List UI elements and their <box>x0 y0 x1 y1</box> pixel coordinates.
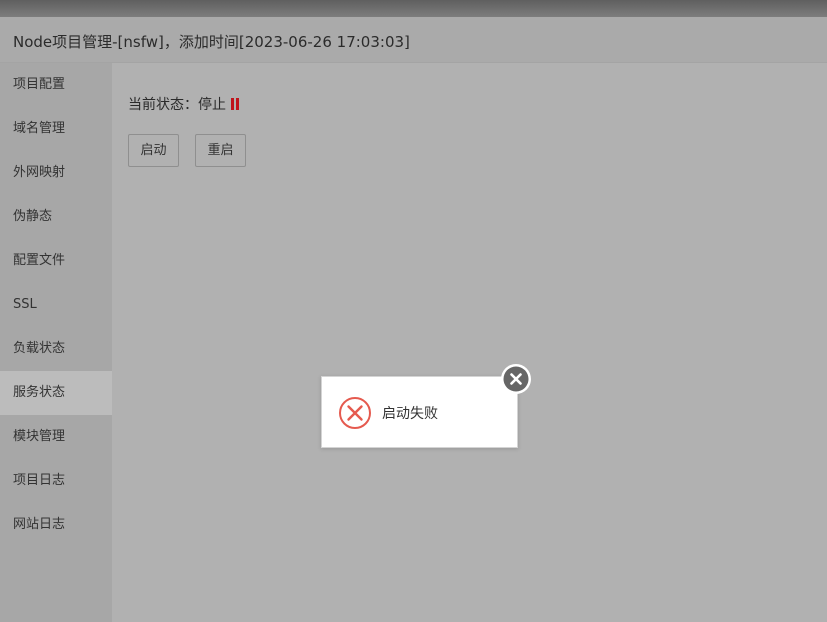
dialog-title: Node项目管理-[nsfw]，添加时间[2023-06-26 17:03:03… <box>13 33 410 51</box>
sidebar-item-pseudo-static[interactable]: 伪静态 <box>0 195 112 239</box>
overlay-top-strip <box>0 0 827 17</box>
sidebar-item-config-file[interactable]: 配置文件 <box>0 239 112 283</box>
error-circle-x-icon <box>339 397 371 429</box>
error-toast: 启动失败 <box>321 364 531 448</box>
sidebar-item-service-status[interactable]: 服务状态 <box>0 371 112 415</box>
project-dialog: Node项目管理-[nsfw]，添加时间[2023-06-26 17:03:03… <box>0 17 827 622</box>
sidebar-item-module-management[interactable]: 模块管理 <box>0 415 112 459</box>
sidebar-item-ssl[interactable]: SSL <box>0 283 112 327</box>
service-status-line: 当前状态： 停止 <box>128 94 240 114</box>
close-icon[interactable] <box>500 363 532 395</box>
sidebar: 项目配置 域名管理 外网映射 伪静态 配置文件 SSL 负载状态 服务状态 模块… <box>0 63 112 622</box>
restart-button[interactable]: 重启 <box>195 134 246 167</box>
sidebar-item-load-status[interactable]: 负载状态 <box>0 327 112 371</box>
sidebar-item-project-config[interactable]: 项目配置 <box>0 63 112 107</box>
pause-icon <box>231 98 240 110</box>
service-status-panel: 当前状态： 停止 启动 重启 <box>112 63 827 622</box>
start-button[interactable]: 启动 <box>128 134 179 167</box>
sidebar-item-external-mapping[interactable]: 外网映射 <box>0 151 112 195</box>
status-value: 停止 <box>198 97 226 113</box>
sidebar-item-site-log[interactable]: 网站日志 <box>0 503 112 547</box>
status-label: 当前状态： <box>128 97 198 113</box>
sidebar-item-project-log[interactable]: 项目日志 <box>0 459 112 503</box>
sidebar-item-domain-management[interactable]: 域名管理 <box>0 107 112 151</box>
toast-message: 启动失败 <box>382 406 438 422</box>
dialog-titlebar: Node项目管理-[nsfw]，添加时间[2023-06-26 17:03:03… <box>0 17 827 63</box>
